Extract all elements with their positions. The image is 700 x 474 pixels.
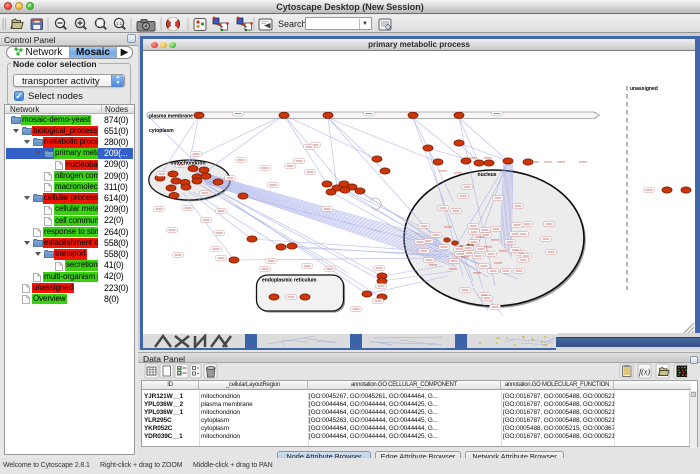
svg-text:f(x): f(x) [639,368,650,377]
svg-text:unassigned: unassigned [630,86,658,92]
svg-text:nucleus: nucleus [478,172,497,178]
svg-text:1:1: 1:1 [116,21,123,26]
svg-text:cytoplasm: cytoplasm [149,128,174,134]
svg-text:mitochondrion: mitochondrion [171,161,206,167]
svg-text:endoplasmic reticulum: endoplasmic reticulum [262,278,317,284]
svg-text:plasma membrane: plasma membrane [149,113,193,119]
